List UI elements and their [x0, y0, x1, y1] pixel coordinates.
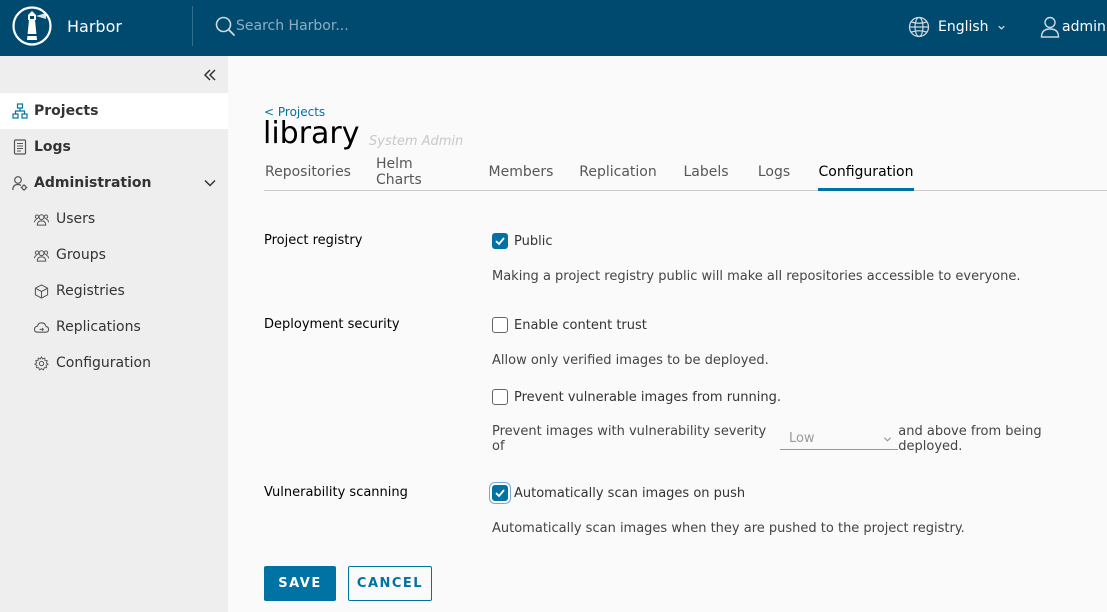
content-trust-label: Enable content trust	[514, 317, 647, 333]
role-label: System Admin	[369, 134, 464, 149]
logs-icon	[13, 139, 27, 155]
brand-name[interactable]: Harbor	[67, 17, 122, 36]
sidebar-item-label: Users	[56, 211, 96, 227]
public-label: Public	[514, 233, 553, 249]
sidebar-item-registries[interactable]: Registries	[0, 273, 228, 309]
auto-scan-label: Automatically scan images on push	[514, 485, 746, 501]
tab-labels[interactable]: Labels	[680, 153, 732, 190]
replications-icon	[34, 321, 49, 333]
groups-icon	[34, 249, 49, 262]
header-divider	[192, 6, 193, 46]
vulnerability-scanning-label: Vulnerability scanning	[264, 485, 408, 500]
sidebar-item-projects[interactable]: Projects	[0, 93, 228, 129]
search-icon	[215, 16, 235, 36]
globe-icon	[908, 16, 930, 38]
projects-icon	[12, 103, 28, 119]
public-hint: Making a project registry public will ma…	[492, 269, 1021, 284]
username-label: admin	[1062, 19, 1106, 35]
content-trust-checkbox-row[interactable]: Enable content trust	[492, 317, 647, 333]
public-checkbox-row[interactable]: Public	[492, 233, 552, 249]
tab-replication[interactable]: Replication	[579, 153, 656, 190]
content-trust-checkbox[interactable]	[492, 317, 508, 333]
severity-value: Low	[788, 431, 815, 446]
public-checkbox[interactable]	[492, 233, 508, 249]
harbor-logo-icon[interactable]	[12, 6, 52, 46]
sidebar-item-label: Groups	[56, 247, 106, 263]
auto-scan-checkbox[interactable]	[492, 485, 508, 501]
deployment-security-label: Deployment security	[264, 317, 400, 332]
sidebar-item-label: Registries	[56, 283, 125, 299]
checkmark-icon	[495, 489, 505, 498]
tab-configuration[interactable]: Configuration	[818, 153, 914, 191]
sidebar-item-configuration[interactable]: Configuration	[0, 345, 228, 381]
administration-icon	[12, 176, 28, 191]
severity-suffix: and above from being deployed.	[898, 424, 1042, 454]
prevent-vulnerable-label: Prevent vulnerable images from running.	[514, 389, 781, 405]
severity-row: Prevent images with vulnerability severi…	[492, 424, 1107, 454]
user-icon	[1040, 16, 1060, 38]
tab-logs[interactable]: Logs	[754, 153, 794, 190]
language-label: English	[938, 19, 989, 35]
project-registry-label: Project registry	[264, 233, 363, 248]
sidebar-item-administration[interactable]: Administration	[0, 165, 228, 201]
sidebar-item-label: Logs	[34, 139, 71, 155]
cancel-button[interactable]: CANCEL	[348, 566, 432, 601]
sidebar-item-users[interactable]: Users	[0, 201, 228, 237]
search-input[interactable]	[236, 14, 536, 38]
sidebar-item-label: Projects	[34, 103, 99, 119]
chevron-down-icon	[204, 179, 216, 187]
content-trust-hint: Allow only verified images to be deploye…	[492, 353, 769, 368]
prevent-vulnerable-checkbox[interactable]	[492, 389, 508, 405]
top-header: Harbor English admin	[0, 0, 1107, 56]
language-selector[interactable]: English	[908, 14, 1006, 40]
auto-scan-hint: Automatically scan images when they are …	[492, 521, 965, 536]
collapse-sidebar-icon[interactable]	[201, 66, 219, 84]
sidebar-item-label: Configuration	[56, 355, 151, 371]
sidebar-item-label: Administration	[34, 175, 152, 191]
registries-icon	[34, 283, 49, 299]
checkmark-icon	[495, 237, 505, 246]
users-icon	[34, 213, 49, 226]
user-menu[interactable]: admin	[1040, 14, 1106, 40]
chevron-down-icon	[884, 437, 892, 442]
gear-icon	[34, 355, 49, 370]
tab-members[interactable]: Members	[486, 153, 556, 190]
tab-repositories[interactable]: Repositories	[264, 153, 352, 190]
prevent-vulnerable-checkbox-row[interactable]: Prevent vulnerable images from running.	[492, 389, 781, 405]
sidebar-item-logs[interactable]: Logs	[0, 129, 228, 165]
sidebar-item-replications[interactable]: Replications	[0, 309, 228, 345]
project-tabs: Repositories Helm Charts Members Replica…	[264, 153, 1107, 191]
page-title: library	[263, 116, 360, 151]
severity-select[interactable]: Low	[779, 428, 899, 450]
sidebar: Projects Logs Administration Users Group…	[0, 56, 228, 612]
save-button[interactable]: SAVE	[264, 566, 336, 601]
sidebar-item-groups[interactable]: Groups	[0, 237, 228, 273]
sidebar-item-label: Replications	[56, 319, 141, 335]
auto-scan-checkbox-row[interactable]: Automatically scan images on push	[492, 485, 745, 501]
chevron-down-icon	[997, 25, 1005, 30]
tab-helm-charts[interactable]: Helm Charts	[376, 153, 462, 190]
severity-prefix: Prevent images with vulnerability severi…	[492, 424, 767, 454]
